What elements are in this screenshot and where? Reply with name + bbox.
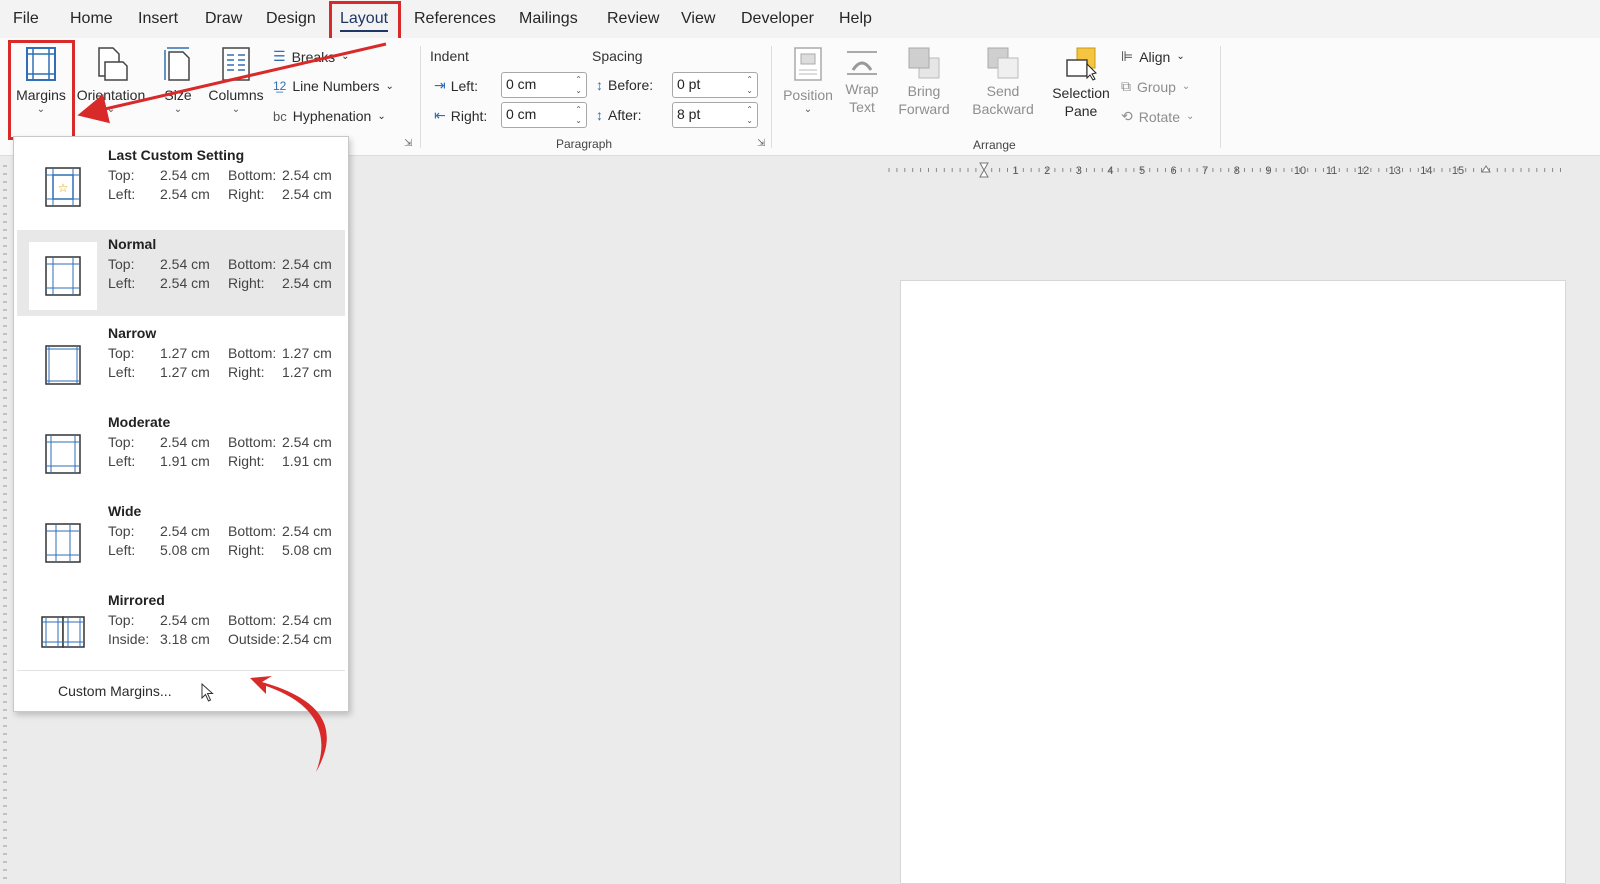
curved-arrow-to-custom-margins-icon: [250, 676, 327, 772]
arrow-to-margins-icon: [77, 42, 387, 124]
annotation-overlay: [77, 42, 387, 772]
